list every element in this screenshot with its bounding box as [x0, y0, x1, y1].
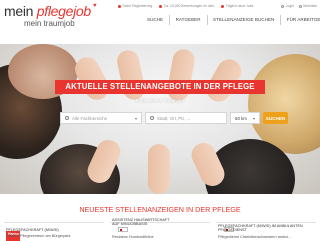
heart-icon	[298, 4, 302, 8]
dot-icon	[118, 4, 121, 8]
search-icon	[65, 116, 69, 120]
listings-heading: NEUESTE STELLENANZEIGEN IN DER PFLEGE	[79, 205, 241, 214]
nav-item-suche[interactable]: SUCHE	[141, 14, 169, 26]
dot-icon	[159, 4, 163, 8]
location-pin-icon	[150, 116, 154, 120]
user-icon	[281, 4, 285, 8]
hero-photo-hand	[70, 53, 114, 104]
search-button[interactable]: SUCHEN	[263, 112, 288, 124]
site-logo[interactable]: mein pflegejob ♥ mein traumjob	[4, 3, 97, 33]
site-header: mein pflegejob ♥ mein traumjob Keine Reg…	[0, 0, 320, 44]
location-input[interactable]: Stadt, Ort, Plz, ...	[145, 112, 227, 124]
hero-section: AKTUELLE STELLENANGEBOTE IN DER PFLEGE F…	[0, 44, 320, 194]
watchlist-link[interactable]: Merkliste	[298, 3, 317, 9]
employer-name: Pflegedienst Charlottenschwestern ambul.…	[218, 235, 292, 239]
logo-tagline: mein traumjob	[24, 19, 75, 28]
logo-wordmark: mein pflegejob	[4, 3, 91, 19]
job-title[interactable]: PFLEGEFACHKRAFT (M/W/D)	[6, 228, 104, 233]
usp-item: Keine Registrierung	[118, 3, 152, 9]
employer-logo	[118, 227, 128, 232]
job-search-bar: Alle Fachbereiche ▾ Stadt, Ort, Plz, ...…	[60, 112, 288, 124]
main-nav: SUCHE RATGEBER STELLENANZEIGE BUCHEN FÜR…	[141, 14, 320, 26]
nav-item-ratgeber[interactable]: RATGEBER	[170, 14, 207, 26]
logo-heart-icon: ♥	[93, 3, 97, 9]
radius-select[interactable]: 50 km ▾	[230, 112, 260, 124]
login-link[interactable]: Login	[281, 3, 294, 9]
topbar-usps: Keine Registrierung Ca. 10.000 Bewerbung…	[118, 3, 253, 9]
location-placeholder: Stadt, Ort, Plz, ...	[157, 115, 191, 121]
employer-name: Residenz Humboldthöhe	[112, 235, 154, 239]
job-title[interactable]: PFLEGEFACHKRAFT (M/W/D) IM AMBULANTEN PF…	[218, 224, 316, 233]
nav-item-stellenanzeige-buchen[interactable]: STELLENANZEIGE BUCHEN	[207, 14, 280, 26]
dot-icon	[221, 4, 225, 8]
usp-item: Täglich neue Jobs	[221, 3, 253, 9]
chevron-down-icon: ▾	[252, 115, 255, 121]
hero-headline: AKTUELLE STELLENANGEBOTE IN DER PFLEGE	[55, 80, 265, 94]
employer-name: HANSA Pflegezentrum am Bürgerpark	[6, 234, 71, 238]
hero-photo-hand	[165, 47, 197, 103]
category-select[interactable]: Alle Fachbereiche ▾	[60, 112, 142, 124]
usp-item: Ca. 10.000 Bewerbungen im Jahr	[159, 3, 214, 9]
chevron-down-icon: ▾	[134, 115, 137, 121]
user-links: Login Merkliste	[281, 3, 317, 9]
hero-subline: Finde deinen Traumjob!	[135, 98, 185, 103]
hero-photo-hand	[148, 144, 170, 194]
job-title[interactable]: ASSISTENZ HAUSWIRTSCHAFT AUF MINIJOBBASI…	[112, 218, 172, 227]
nav-item-fuer-arbeitgeber[interactable]: FÜR ARBEITGEBER	[281, 14, 320, 26]
